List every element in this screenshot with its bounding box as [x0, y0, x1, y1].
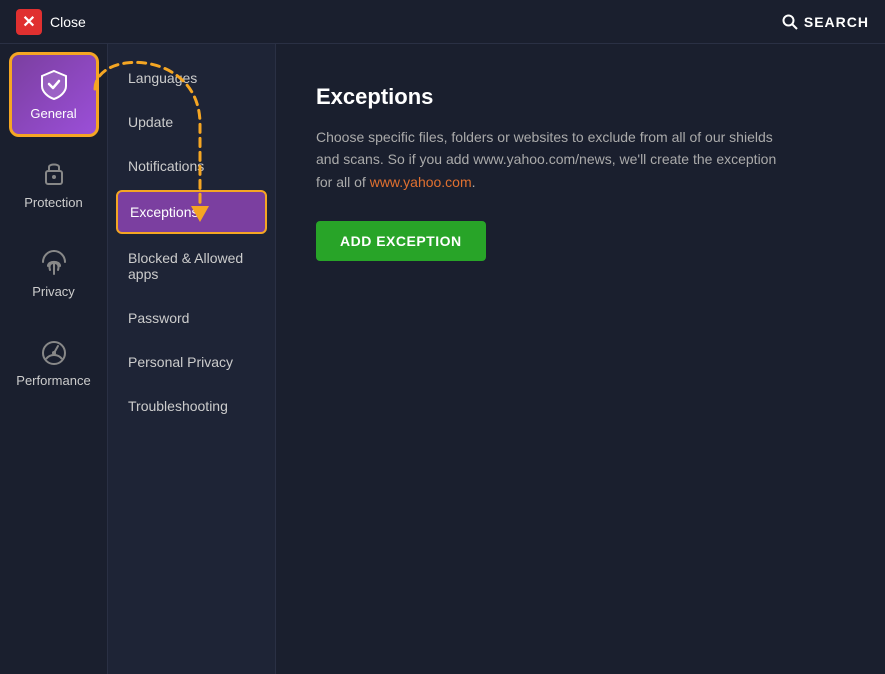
sidebar-label-performance: Performance — [16, 373, 90, 388]
close-label: Close — [50, 14, 86, 30]
icon-sidebar: General Protection — [0, 44, 108, 674]
content-area: Exceptions Choose specific files, folder… — [276, 44, 885, 674]
close-x-icon: ✕ — [16, 9, 42, 35]
search-icon — [782, 14, 798, 30]
gauge-icon — [38, 335, 70, 367]
menu-item-personal-privacy[interactable]: Personal Privacy — [108, 340, 275, 384]
sidebar-item-protection[interactable]: Protection — [9, 141, 99, 226]
menu-sidebar: Languages Update Notifications Exception… — [108, 44, 276, 674]
sidebar-item-performance[interactable]: Performance — [9, 319, 99, 404]
content-desc-part2: . — [472, 174, 476, 190]
menu-item-update[interactable]: Update — [108, 100, 275, 144]
search-label: SEARCH — [804, 14, 869, 30]
add-exception-button[interactable]: ADD EXCEPTION — [316, 221, 486, 261]
top-bar: ✕ Close SEARCH — [0, 0, 885, 44]
menu-item-languages[interactable]: Languages — [108, 56, 275, 100]
sidebar-label-protection: Protection — [24, 195, 83, 210]
menu-item-troubleshooting[interactable]: Troubleshooting — [108, 384, 275, 428]
menu-item-notifications[interactable]: Notifications — [108, 144, 275, 188]
content-desc-highlight: www.yahoo.com — [370, 174, 472, 190]
sidebar-label-privacy: Privacy — [32, 284, 75, 299]
menu-item-password[interactable]: Password — [108, 296, 275, 340]
search-button[interactable]: SEARCH — [782, 14, 869, 30]
fingerprint-icon — [38, 246, 70, 278]
sidebar-label-general: General — [30, 106, 76, 121]
main-layout: General Protection — [0, 44, 885, 674]
menu-item-exceptions[interactable]: Exceptions — [116, 190, 267, 234]
content-title: Exceptions — [316, 84, 845, 110]
sidebar-item-privacy[interactable]: Privacy — [9, 230, 99, 315]
content-description: Choose specific files, folders or websit… — [316, 126, 796, 193]
lock-icon — [38, 157, 70, 189]
menu-item-blocked-allowed[interactable]: Blocked & Allowed apps — [108, 236, 275, 296]
close-button[interactable]: ✕ Close — [16, 9, 86, 35]
shield-icon — [38, 68, 70, 100]
sidebar-item-general[interactable]: General — [9, 52, 99, 137]
